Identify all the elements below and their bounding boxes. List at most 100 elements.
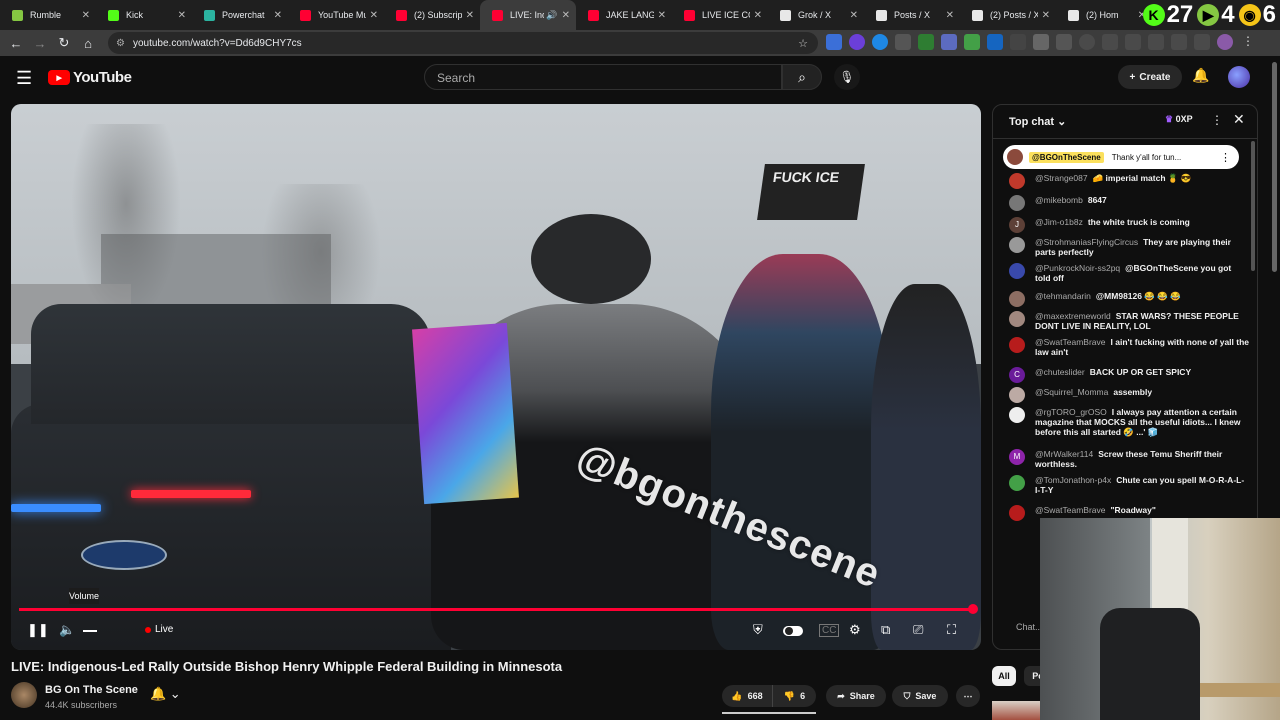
chat-avatar[interactable]: C (1009, 367, 1025, 383)
share-button[interactable]: ➦ Share (826, 685, 886, 707)
chat-avatar[interactable]: J (1009, 217, 1025, 233)
chat-message[interactable]: @rgTORO_grOSO I always pay attention a ce… (1009, 407, 1249, 437)
video-player[interactable]: FUCK ICE @bgonthescene Volume ❚❚ 🔈 Live … (11, 104, 981, 650)
forward-icon[interactable]: → (28, 36, 52, 51)
extension-icon[interactable] (826, 34, 842, 50)
chat-message[interactable]: @mikebomb 8647 (1009, 195, 1249, 211)
chat-mode-dropdown[interactable]: Top chat ⌄ (1009, 115, 1066, 128)
extension-icon[interactable] (1010, 34, 1026, 50)
chat-author[interactable]: @SwatTeamBrave (1035, 505, 1106, 515)
browser-tab[interactable]: LIVE: Indi🔊 ✕ (480, 0, 576, 30)
browser-menu-icon[interactable]: ⋮ (1240, 34, 1256, 50)
chat-avatar[interactable] (1009, 337, 1025, 353)
extension-icon[interactable] (849, 34, 865, 50)
close-tab-icon[interactable]: ✕ (82, 10, 90, 21)
bookmark-star-icon[interactable]: ☆ (798, 37, 808, 50)
chat-message[interactable]: @Strange087 🧀 imperial match 🍍 😎 (1009, 173, 1249, 189)
cast-icon[interactable]: ⎚ (913, 622, 923, 638)
pause-icon[interactable]: ❚❚ (27, 622, 49, 638)
chat-message[interactable]: @maxextremeworld STAR WARS? THESE PEOPLE … (1009, 311, 1249, 331)
chat-message[interactable]: @StrohmaniasFlyingCircus They are playing… (1009, 237, 1249, 257)
close-tab-icon[interactable]: ✕ (562, 10, 570, 21)
miniplayer-icon[interactable]: ⧉ (881, 622, 890, 638)
chat-author[interactable]: @mikebomb (1035, 195, 1083, 205)
tab-search-icon[interactable] (1171, 34, 1187, 50)
chat-message[interactable]: @tehmandarin @MM98126 😂 😂 😂 (1009, 291, 1249, 307)
live-indicator[interactable]: Live (145, 624, 173, 635)
chat-message[interactable]: @PunkrockNoir-ss2pq @BGOnTheScene you got… (1009, 263, 1249, 283)
more-actions-button[interactable]: ⋯ (956, 685, 980, 707)
chat-message[interactable]: M @MrWalker114 Screw these Temu Sheriff th… (1009, 449, 1249, 469)
reload-icon[interactable]: ↻ (52, 35, 76, 51)
chat-author[interactable]: @TomJonathon-p4x (1035, 475, 1111, 485)
chat-author[interactable]: @MrWalker114 (1035, 449, 1093, 459)
chat-message[interactable]: C @chuteslider BACK UP OR GET SPICY (1009, 367, 1249, 383)
sidebar-icon[interactable] (1148, 34, 1164, 50)
extension-icon[interactable] (964, 34, 980, 50)
back-icon[interactable]: ← (4, 36, 28, 51)
voice-search-button[interactable]: 🎙 (834, 64, 860, 90)
shield-icon[interactable]: ⛨ (753, 622, 763, 638)
chat-avatar[interactable]: M (1009, 449, 1025, 465)
chat-author[interactable]: @maxextremeworld (1035, 311, 1111, 321)
browser-tab[interactable]: Rumble ✕ (0, 0, 96, 30)
channel-avatar[interactable] (11, 682, 37, 708)
notifications-bell-icon[interactable]: 🔔 (1192, 67, 1209, 84)
chat-avatar[interactable] (1009, 387, 1025, 403)
chat-input[interactable]: Chat... (1016, 622, 1043, 632)
browser-tab[interactable]: (2) Hom✕ (1056, 0, 1152, 30)
dislike-button[interactable]: 👎 6 (772, 685, 816, 707)
chat-scrollbar[interactable] (1251, 141, 1255, 271)
close-tab-icon[interactable]: ✕ (274, 10, 282, 21)
close-tab-icon[interactable]: ✕ (1042, 10, 1050, 21)
extension-icon[interactable] (941, 34, 957, 50)
browser-tab[interactable]: Posts / X ✕ (864, 0, 960, 30)
browser-tab[interactable]: Grok / X ✕ (768, 0, 864, 30)
browser-tab[interactable]: (2) Subscripti ✕ (384, 0, 480, 30)
close-tab-icon[interactable]: ✕ (850, 10, 858, 21)
search-input[interactable]: Search (424, 64, 782, 90)
progress-bar[interactable] (19, 604, 978, 614)
progress-scrubber[interactable] (968, 604, 978, 614)
extension-icon[interactable] (1102, 34, 1118, 50)
browser-tab[interactable]: JAKE LANG 2 ✕ (576, 0, 672, 30)
browser-tab[interactable]: (2) Posts / X ✕ (960, 0, 1056, 30)
close-tab-icon[interactable]: ✕ (658, 10, 666, 21)
chat-avatar[interactable] (1009, 311, 1025, 327)
close-chat-icon[interactable]: ✕ (1233, 111, 1245, 128)
browser-tab[interactable]: LIVE ICE COU ✕ (672, 0, 768, 30)
account-avatar[interactable] (1228, 66, 1250, 88)
pinned-more-icon[interactable]: ⋮ (1220, 151, 1231, 164)
chat-avatar[interactable] (1009, 291, 1025, 307)
browser-tab[interactable]: YouTube Mu ✕ (288, 0, 384, 30)
chat-avatar[interactable] (1009, 263, 1025, 279)
subscription-bell-icon[interactable]: 🔔 ⌄ (150, 686, 181, 702)
chip-all[interactable]: All (992, 666, 1016, 686)
channel-name[interactable]: BG On The Scene (45, 684, 138, 696)
browser-tab[interactable]: Powerchat ✕ (192, 0, 288, 30)
save-button[interactable]: ⛉ Save (892, 685, 948, 707)
tab-audio-icon[interactable]: 🔊 (546, 10, 557, 21)
cast-icon[interactable] (1194, 34, 1210, 50)
chat-avatar[interactable] (1009, 195, 1025, 211)
chat-avatar[interactable] (1009, 475, 1025, 491)
extension-icon[interactable] (895, 34, 911, 50)
like-button[interactable]: 👍 668 (722, 685, 772, 707)
fullscreen-icon[interactable]: ⛶ (947, 622, 956, 638)
extension-icon[interactable] (872, 34, 888, 50)
close-tab-icon[interactable]: ✕ (754, 10, 762, 21)
chat-author[interactable]: @chuteslider (1035, 367, 1085, 377)
chat-message[interactable]: @SwatTeamBrave I ain't fucking with none … (1009, 337, 1249, 357)
chat-author[interactable]: @Squirrel_Momma (1035, 387, 1108, 397)
chat-author[interactable]: @Jim-o1b8z (1035, 217, 1083, 227)
extension-icon[interactable] (987, 34, 1003, 50)
youtube-logo[interactable]: ▶ YouTube (48, 69, 132, 86)
menu-icon[interactable]: ☰ (16, 68, 32, 89)
autoplay-toggle[interactable] (783, 626, 803, 636)
chat-author[interactable]: @SwatTeamBrave (1035, 337, 1106, 347)
page-scrollbar[interactable] (1272, 62, 1277, 272)
extension-icon[interactable] (1056, 34, 1072, 50)
xp-badge[interactable]: ♛ 0XP (1165, 114, 1193, 125)
close-tab-icon[interactable]: ✕ (466, 10, 474, 21)
url-text[interactable]: youtube.com/watch?v=Dd6d9CHY7cs (133, 38, 302, 49)
